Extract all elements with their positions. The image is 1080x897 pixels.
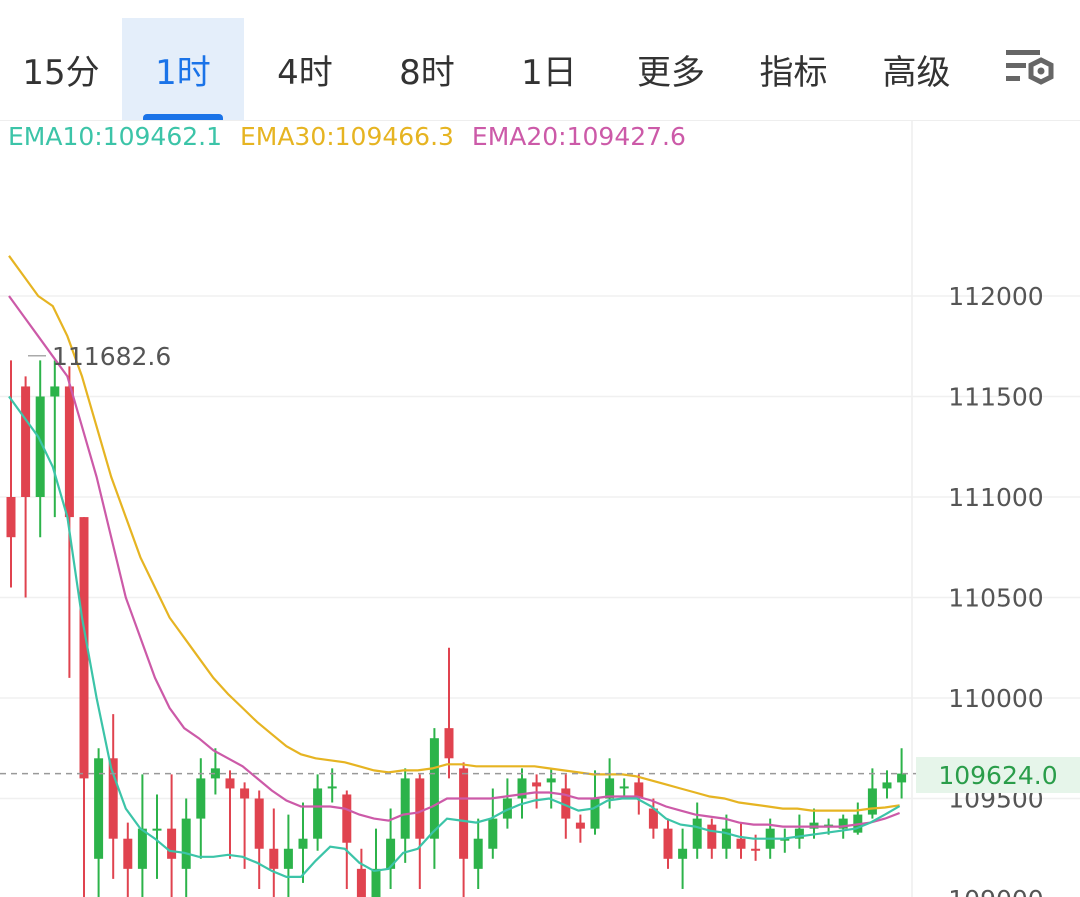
candle-body <box>459 768 469 859</box>
candle-body <box>254 798 264 849</box>
tab-label: 1时 <box>155 52 211 93</box>
candle-body <box>619 786 629 789</box>
tab-label: 指标 <box>759 52 828 93</box>
tab-6[interactable]: 指标 <box>732 18 855 120</box>
tab-7[interactable]: 高级 <box>855 18 978 120</box>
candle-body <box>867 788 877 815</box>
tab-label: 8时 <box>399 52 455 93</box>
candle-body <box>269 848 279 869</box>
y-tick-label: 111000 <box>948 483 1043 512</box>
candle-body <box>342 794 352 843</box>
candle-body <box>50 386 60 397</box>
tab-5[interactable]: 更多 <box>610 18 732 120</box>
candle-body <box>167 828 177 859</box>
candle-body <box>575 822 585 829</box>
tab-0[interactable]: 15分 <box>0 18 122 120</box>
candle-body <box>298 838 308 849</box>
y-tick-label: 112000 <box>948 282 1043 311</box>
candle-body <box>663 828 673 859</box>
candle-body <box>225 778 235 789</box>
candle-body <box>415 778 425 839</box>
candle-body <box>327 786 337 789</box>
candle-body <box>678 848 688 859</box>
candle-body <box>882 782 892 789</box>
y-tick-label: 109000 <box>948 885 1043 897</box>
tab-1[interactable]: 1时 <box>122 18 244 120</box>
candle-body <box>444 728 454 759</box>
candle-body <box>371 868 381 897</box>
candle-body <box>137 828 147 869</box>
candle-body <box>283 848 293 869</box>
y-tick-label: 111500 <box>948 383 1043 412</box>
tab-label: 15分 <box>22 52 100 93</box>
candle-body <box>400 778 410 839</box>
candle-body <box>21 386 31 497</box>
candle-body <box>546 778 556 783</box>
candle-body <box>488 818 498 849</box>
candle-body <box>152 828 162 831</box>
candle-body <box>313 788 323 839</box>
high-marker-label: 111682.6 <box>52 342 171 371</box>
candle-body <box>897 773 907 783</box>
candle-body <box>736 838 746 849</box>
current-price-tag: 109624.0 <box>916 757 1080 793</box>
candle-body <box>473 838 483 869</box>
tab-4[interactable]: 1日 <box>488 18 610 120</box>
tab-label: 高级 <box>882 52 951 93</box>
tab-label: 4时 <box>277 52 333 93</box>
y-tick-label: 110500 <box>948 584 1043 613</box>
chart-settings-icon[interactable] <box>1004 46 1056 92</box>
tab-2[interactable]: 4时 <box>244 18 366 120</box>
candle-body <box>181 818 191 869</box>
candle-body <box>692 818 702 849</box>
candle-body <box>240 788 250 799</box>
candle-body <box>123 838 133 869</box>
candle-body <box>590 798 600 829</box>
candle-body <box>6 497 16 538</box>
candle-body <box>429 738 439 839</box>
ema30-line <box>8 255 900 812</box>
candle-body <box>356 868 366 897</box>
interval-tab-bar: 15分 1时 4时 8时 1日 更多 指标 高级 <box>0 0 1080 121</box>
candle-body <box>108 758 118 839</box>
candle-body <box>707 824 717 849</box>
candle-body <box>532 782 542 787</box>
candle-body <box>751 848 761 851</box>
candle-body <box>64 386 74 518</box>
candle-body <box>196 778 206 819</box>
tab-3[interactable]: 8时 <box>366 18 488 120</box>
tab-label: 更多 <box>637 52 705 93</box>
tab-label: 1日 <box>521 52 577 93</box>
y-tick-label: 110000 <box>948 684 1043 713</box>
